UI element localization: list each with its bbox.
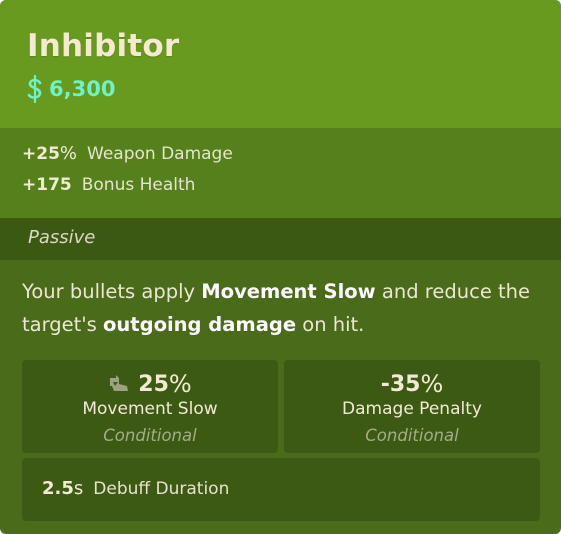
stats-section — [0, 128, 561, 218]
tooltip-header — [0, 0, 561, 128]
stat-label: Weapon Damage — [87, 144, 233, 164]
stat-value: +175 — [22, 175, 72, 195]
debuff-duration-value: 2.5s — [42, 478, 84, 499]
stat-label: Bonus Health — [81, 175, 196, 195]
cost-value: 6,300 — [49, 77, 116, 101]
stat-value: +25% — [22, 143, 78, 164]
movement-slow-box: 25% Movement Slow Conditional — [22, 360, 278, 453]
damage-penalty-box: -35% Damage Penalty Conditional — [284, 360, 540, 453]
conditional-note: Conditional — [365, 426, 459, 445]
debuff-duration-row: 2.5s Debuff Duration — [42, 478, 229, 499]
stat-weapon-damage: +25% Weapon Damage — [22, 143, 233, 169]
conditional-note: Conditional — [103, 426, 197, 445]
movement-slow-value: 25% — [22, 370, 278, 398]
souls-currency-icon — [27, 75, 42, 103]
item-cost: 6,300 — [26, 74, 115, 104]
movement-slow-label: Movement Slow — [82, 399, 218, 419]
stat-bonus-health: +175 Bonus Health — [22, 175, 195, 201]
debuff-duration-box: 2.5s Debuff Duration — [22, 458, 540, 521]
passive-label: Passive — [28, 227, 96, 248]
movement-slow-icon — [110, 375, 129, 391]
item-title: Inhibitor — [27, 28, 180, 64]
item-tooltip-card: Inhibitor 6,300 +25% Weapon Damage +175 … — [0, 0, 561, 534]
damage-penalty-value: -35% — [380, 370, 444, 398]
passive-description: Your bullets apply Movement Slow and red… — [22, 280, 531, 336]
damage-penalty-label: Damage Penalty — [342, 399, 482, 419]
debuff-duration-label: Debuff Duration — [93, 479, 230, 499]
